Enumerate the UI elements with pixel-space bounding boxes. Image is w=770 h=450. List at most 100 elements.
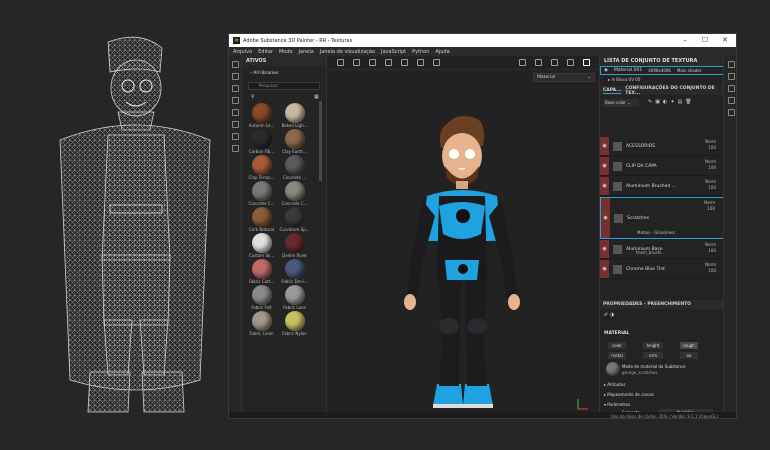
layer-row[interactable]: ◉ CLIP DA CAPA Norm 100 <box>600 157 724 176</box>
hero-character <box>404 116 520 408</box>
asset-tile[interactable]: Concrete C... <box>278 181 311 206</box>
channel-select[interactable]: Base color ⌄ <box>603 99 639 107</box>
layer-visibility-icon[interactable]: ◉ <box>601 198 610 238</box>
group-channel-mapping[interactable]: ▸ Mapeamento de canais <box>604 392 654 397</box>
tab-layers[interactable]: CAPA... <box>603 88 622 94</box>
layer-visibility-icon[interactable]: ◉ <box>600 177 609 195</box>
channel-metal[interactable]: metal <box>608 352 626 359</box>
material-sphere <box>284 181 305 201</box>
asset-tile[interactable]: Curvature Sp... <box>278 207 311 232</box>
layer-visibility-icon[interactable]: ◉ <box>600 137 609 155</box>
asset-tile[interactable]: Fabric Lace <box>278 285 311 310</box>
asset-tile[interactable]: Clay Earth... <box>278 129 311 154</box>
3d-viewport[interactable]: Material ⌄ <box>327 56 599 418</box>
layer-row[interactable]: ◉ Chrome Blue Tint Norm 100 <box>600 260 724 279</box>
add-fill-icon[interactable]: ▣ <box>655 99 663 105</box>
menu-modo[interactable]: Modo <box>279 49 293 55</box>
layer-row[interactable]: ◉ Aluminium Base Norm 100 finish_brushi... <box>600 240 724 259</box>
history-icon[interactable] <box>727 109 735 116</box>
tab-texture-set-settings[interactable]: CONFIGURAÇÕES DO CONJUNTO DE TEX... <box>625 86 724 96</box>
asset-tile[interactable]: Custom Sk... <box>245 233 278 258</box>
fill-icon[interactable] <box>231 121 239 128</box>
asset-tile[interactable]: Baked Ligh... <box>278 103 311 128</box>
uv-tile-row[interactable]: ▸ ☰ Bloco UV 00 <box>608 77 640 82</box>
channel-ao[interactable]: ao <box>680 352 698 359</box>
asset-tile[interactable]: Fabric Felt <box>245 285 278 310</box>
paint-brush-icon[interactable] <box>231 61 239 68</box>
display-icon[interactable] <box>727 97 735 104</box>
asset-label: Custom Sk... <box>248 253 275 258</box>
texture-set-icon[interactable] <box>727 61 735 68</box>
layer-row[interactable]: ◉ Aluminium Brushed ... Norm 100 <box>600 177 724 196</box>
layer-blend[interactable]: Norm 100 <box>705 179 716 191</box>
filter-icon[interactable]: ⚲ <box>251 94 255 100</box>
group-attributes[interactable]: ▸ Atributos <box>604 382 625 387</box>
material-sphere <box>284 103 305 123</box>
properties-tabs: ✐ ◑ <box>604 312 614 318</box>
layer-blend[interactable]: Norm 100 <box>705 242 716 254</box>
library-selector[interactable]: › All libraries <box>250 71 278 76</box>
asset-label: Clay Terrac... <box>248 175 275 180</box>
asset-tile[interactable]: Concrete C... <box>245 181 278 206</box>
asset-label: Clay Earth... <box>282 149 307 154</box>
menu-editar[interactable]: Editar <box>258 49 273 55</box>
assets-scrollbar[interactable] <box>319 101 322 181</box>
assets-panel: ATIVOS › All libraries Pesquisar ⚲ ▦ Aut… <box>242 56 327 418</box>
visibility-eye-icon[interactable]: ◉ <box>604 68 608 73</box>
menu-javascript[interactable]: JavaScript <box>381 49 406 55</box>
layer-blend[interactable]: Norm 100 <box>705 139 716 151</box>
menu-python[interactable]: Python <box>412 49 429 55</box>
asset-tile[interactable]: Fabric Deni... <box>278 259 311 284</box>
menu-arquivo[interactable]: Arquivo <box>233 49 252 55</box>
group-parameters[interactable]: ▾ Parâmetros <box>604 402 630 407</box>
add-effect-icon[interactable]: ✦ <box>670 99 677 105</box>
channel-color[interactable]: color <box>608 342 626 349</box>
asset-tile[interactable]: Autumn Le... <box>245 103 278 128</box>
asset-label: Baked Ligh... <box>281 123 308 128</box>
menu-janela[interactable]: Janela <box>299 49 314 55</box>
search-input[interactable]: Pesquisar <box>248 82 320 90</box>
asset-label: Denim Rivet <box>282 253 307 258</box>
layer-blend[interactable]: Norm 100 <box>705 159 716 171</box>
asset-tile[interactable]: Fabric Cott... <box>245 259 278 284</box>
text-tool-icon[interactable] <box>231 145 239 152</box>
asset-tile[interactable]: Cork Natural <box>245 207 278 232</box>
layers-icon[interactable] <box>727 73 735 80</box>
smudge-icon[interactable] <box>231 97 239 104</box>
asset-tile[interactable]: Carbon Fib... <box>245 129 278 154</box>
layer-visibility-icon[interactable]: ◉ <box>600 240 609 258</box>
eraser-icon[interactable] <box>231 73 239 80</box>
menu-ajuda[interactable]: Ajuda <box>435 49 449 55</box>
material-sphere <box>251 155 272 175</box>
asset-tile[interactable]: Clay Terrac... <box>245 155 278 180</box>
minimize-icon[interactable]: – <box>678 34 692 47</box>
layer-blend[interactable]: Norm 100 <box>705 262 716 274</box>
asset-tile[interactable]: Denim Rivet <box>278 233 311 258</box>
delete-icon[interactable]: 🗑 <box>685 99 694 105</box>
asset-tile[interactable]: Fabric Linen <box>245 311 278 336</box>
grid-view-icon[interactable]: ▦ <box>314 94 319 100</box>
layer-visibility-icon[interactable]: ◉ <box>600 157 609 175</box>
layer-row[interactable]: ◉ ACESSÓRIOS Norm 100 <box>600 137 724 156</box>
material-sphere <box>251 311 272 331</box>
layer-blend[interactable]: Norm 100 <box>704 200 715 212</box>
asset-label: Concrete C... <box>248 201 275 206</box>
projection-icon[interactable] <box>231 85 239 92</box>
material-thumbnail[interactable] <box>606 362 620 376</box>
channel-height[interactable]: height <box>643 342 663 349</box>
channel-nrm[interactable]: nrm <box>643 352 663 359</box>
asset-tile[interactable]: Fabric Nylon <box>278 311 311 336</box>
layer-row[interactable]: ◉ Scratches Norm 100 Metais - Glossiness <box>600 197 724 239</box>
maximize-icon[interactable]: ☐ <box>698 34 712 47</box>
picker-icon[interactable] <box>231 133 239 140</box>
material-tab-icon[interactable]: ◑ <box>610 312 614 318</box>
clone-icon[interactable] <box>231 109 239 116</box>
asset-tile[interactable]: Concrete ... <box>278 155 311 180</box>
layer-visibility-icon[interactable]: ◉ <box>600 260 609 278</box>
properties-icon[interactable] <box>727 85 735 92</box>
close-icon[interactable]: ✕ <box>718 34 732 47</box>
menu-janela-visualizacao[interactable]: Janela de visualização <box>320 49 375 55</box>
channel-rough[interactable]: rough <box>680 342 698 349</box>
texture-set-row[interactable]: ◉ Material.001 4096x4096 Main shader <box>600 66 724 75</box>
brush-tab-icon[interactable]: ✐ <box>604 312 608 318</box>
